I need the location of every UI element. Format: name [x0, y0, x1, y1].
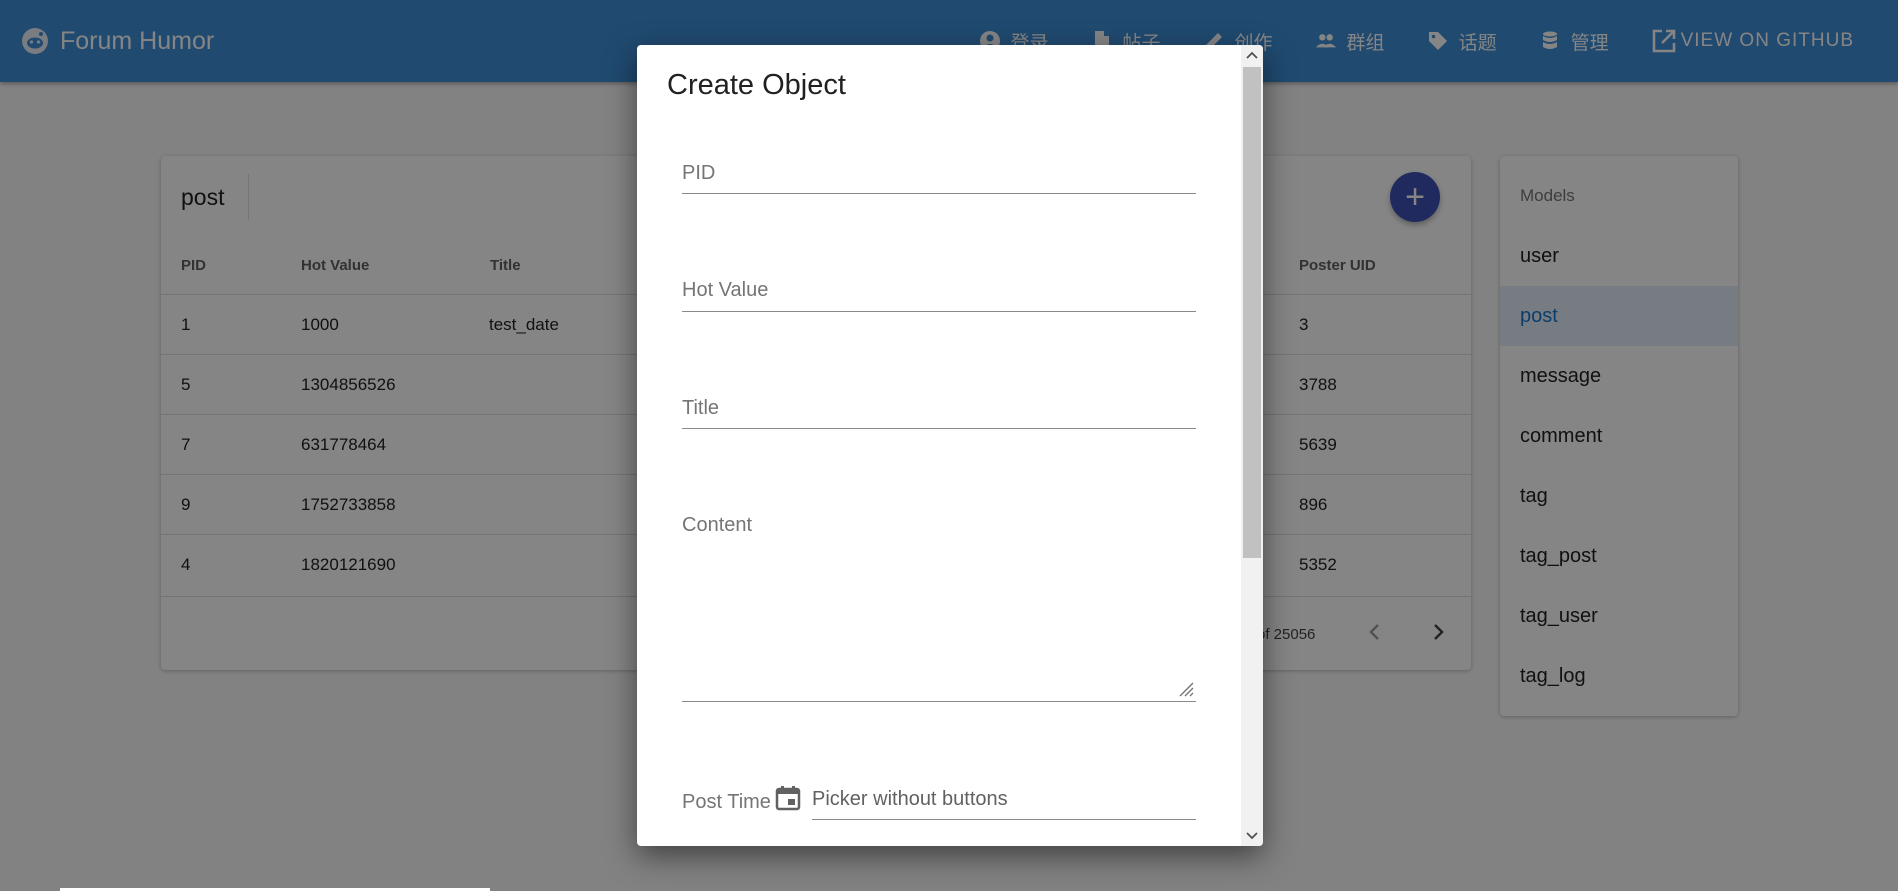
- scrollbar-thumb[interactable]: [1243, 67, 1261, 558]
- scroll-down-arrow-icon[interactable]: [1241, 826, 1263, 846]
- pid-field[interactable]: PID: [682, 162, 715, 185]
- hot-value-field[interactable]: Hot Value: [682, 279, 768, 302]
- post-time-picker-underline: [812, 819, 1196, 820]
- pid-field-underline: [682, 193, 1196, 194]
- content-textarea-underline: [682, 701, 1196, 702]
- title-field[interactable]: Title: [682, 397, 719, 420]
- scroll-up-arrow-icon[interactable]: [1241, 45, 1263, 65]
- dialog-scrollbar[interactable]: [1241, 45, 1263, 846]
- title-field-underline: [682, 428, 1196, 429]
- content-textarea[interactable]: Content: [682, 514, 752, 537]
- dialog-title: Create Object: [667, 69, 846, 101]
- post-time-label: Post Time: [682, 791, 771, 813]
- resize-handle-icon[interactable]: [1178, 681, 1194, 697]
- calendar-icon[interactable]: [774, 784, 802, 812]
- create-object-dialog: Create Object PID Hot Value Title Conten…: [637, 45, 1263, 846]
- post-time-picker[interactable]: Picker without buttons: [812, 788, 1008, 811]
- hot-value-field-underline: [682, 311, 1196, 312]
